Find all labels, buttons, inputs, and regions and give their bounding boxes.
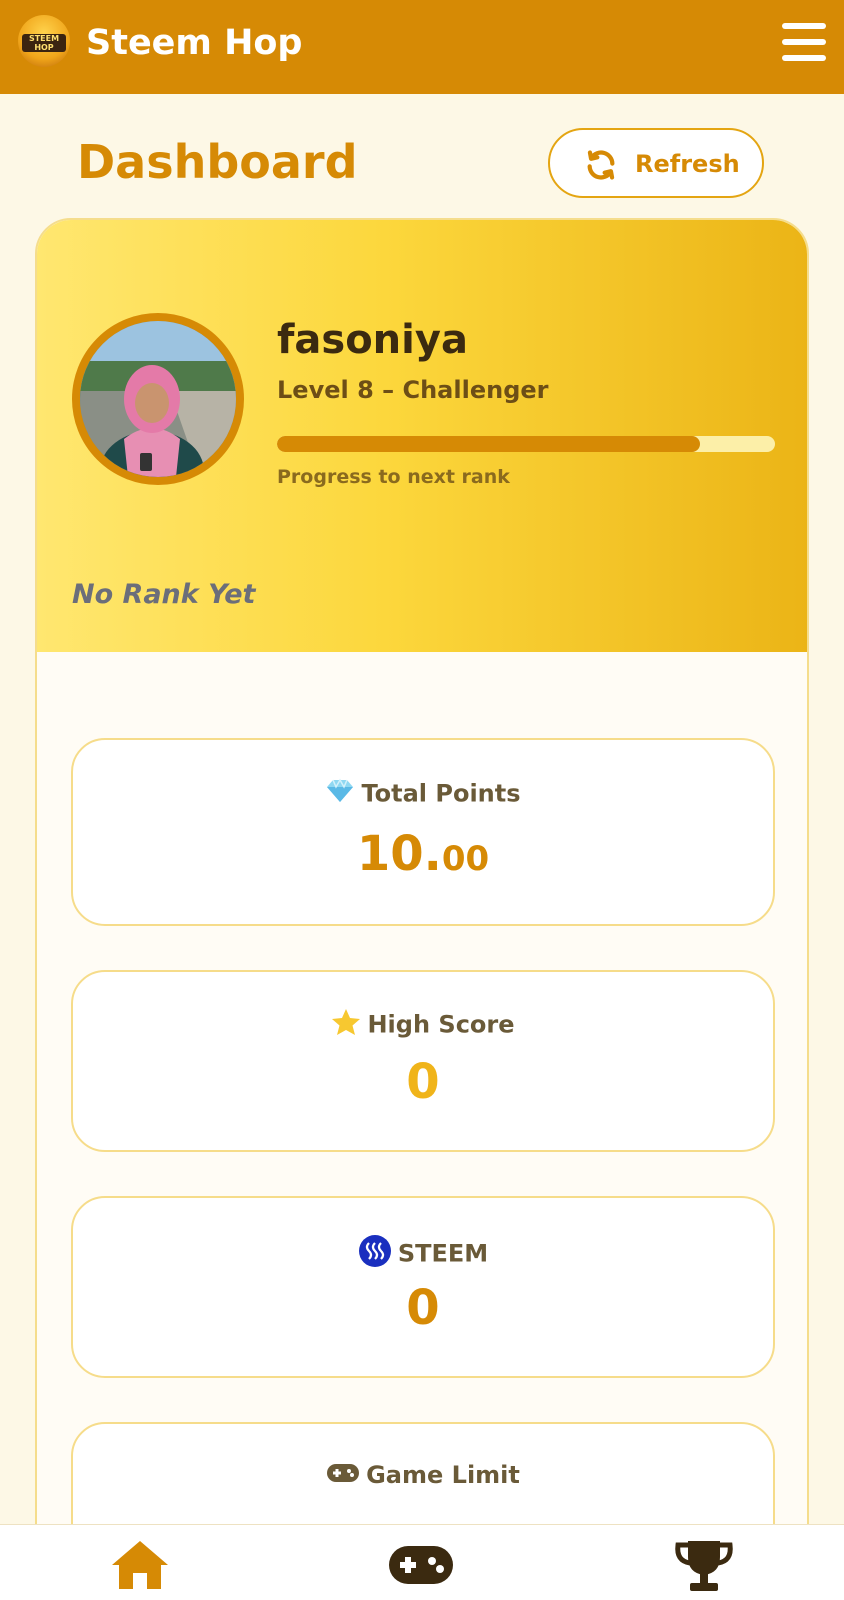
- page-title: Dashboard: [77, 135, 358, 189]
- username: fasoniya: [277, 317, 468, 363]
- gem-icon: [325, 778, 355, 811]
- avatar-photo: [80, 321, 236, 477]
- trophy-icon: [675, 1541, 733, 1591]
- rank-progress-fill: [277, 436, 701, 452]
- nav-home[interactable]: [110, 1539, 170, 1595]
- app-title[interactable]: Steem Hop: [86, 20, 302, 66]
- nav-leaderboard[interactable]: [674, 1539, 734, 1597]
- stat-card-steem: STEEM 0: [71, 1196, 775, 1378]
- refresh-button[interactable]: Refresh: [548, 128, 764, 198]
- rank-text: No Rank Yet: [72, 579, 256, 610]
- profile-panel: fasoniya Level 8 – Challenger Progress t…: [37, 220, 807, 652]
- avatar[interactable]: [72, 313, 244, 485]
- hamburger-menu-button[interactable]: [780, 21, 828, 63]
- home-icon: [112, 1541, 168, 1589]
- stat-header: STEEM: [73, 1234, 773, 1275]
- hamburger-icon-line: [782, 39, 826, 45]
- steem-icon: [358, 1234, 392, 1275]
- stat-value-main: 10.: [356, 826, 442, 882]
- stat-value: 0: [406, 1054, 440, 1110]
- stat-header: Game Limit: [73, 1460, 773, 1491]
- stat-value-decimal: 00: [441, 839, 490, 879]
- logo-text: STEEM HOP: [22, 34, 66, 52]
- stat-card-high-score: High Score 0: [71, 970, 775, 1152]
- refresh-icon: [587, 150, 615, 180]
- level-text: Level 8 – Challenger: [277, 376, 549, 404]
- stat-label: High Score: [367, 1010, 515, 1039]
- stat-card-total-points: Total Points 10.00: [71, 738, 775, 926]
- stat-value: 0: [406, 1280, 440, 1336]
- gamepad-icon: [389, 1546, 453, 1584]
- gamepad-icon: [326, 1461, 360, 1491]
- stat-value: 10.00: [73, 826, 773, 887]
- progress-label: Progress to next rank: [277, 466, 510, 488]
- app-logo[interactable]: STEEM HOP: [18, 15, 70, 67]
- rank-progress-bar: [277, 436, 775, 452]
- stat-header: High Score: [73, 1008, 773, 1043]
- dashboard-card: fasoniya Level 8 – Challenger Progress t…: [35, 218, 809, 1600]
- star-icon: [331, 1008, 361, 1043]
- refresh-label: Refresh: [635, 150, 740, 178]
- stat-header: Total Points: [73, 778, 773, 811]
- hamburger-icon-line: [782, 55, 826, 61]
- app-header: STEEM HOP Steem Hop: [0, 0, 844, 94]
- bottom-nav: [0, 1524, 844, 1600]
- stat-label: STEEM: [397, 1239, 489, 1268]
- stat-label: Total Points: [361, 779, 521, 808]
- hamburger-icon: [782, 23, 826, 29]
- stat-label: Game Limit: [366, 1461, 520, 1489]
- nav-game[interactable]: [388, 1545, 454, 1589]
